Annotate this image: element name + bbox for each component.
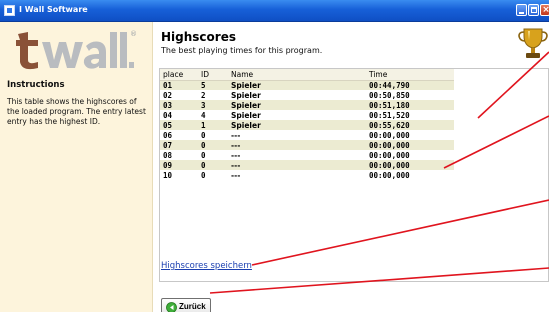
cell-time: 00:55,620 [366, 120, 454, 130]
cell-time: 00:51,520 [366, 110, 454, 120]
cell-place: 04 [160, 110, 198, 120]
cell-place: 01 [160, 80, 198, 90]
table-header-row: place ID Name Time [160, 69, 454, 81]
cell-place: 07 [160, 140, 198, 150]
cell-id: 0 [198, 160, 228, 170]
page-subtitle: The best playing times for this program. [161, 46, 323, 55]
cell-time: 00:00,000 [366, 150, 454, 160]
table-row[interactable]: 04 4 Spieler 00:51,520 [160, 110, 454, 120]
cell-place: 10 [160, 170, 198, 180]
back-arrow-icon [166, 302, 177, 312]
table-row[interactable]: 10 0 --- 00:00,000 [160, 170, 454, 180]
cell-place: 06 [160, 130, 198, 140]
cell-id: 4 [198, 110, 228, 120]
cell-time: 00:51,180 [366, 100, 454, 110]
window-title: I Wall Software [19, 5, 88, 14]
table-row[interactable]: 08 0 --- 00:00,000 [160, 150, 454, 160]
main-panel: Highscores The best playing times for th… [154, 22, 549, 312]
cell-id: 1 [198, 120, 228, 130]
table-row[interactable]: 07 0 --- 00:00,000 [160, 140, 454, 150]
minimize-icon [519, 12, 524, 14]
table-row[interactable]: 06 0 --- 00:00,000 [160, 130, 454, 140]
instructions-text: This table shows the highscores of the l… [7, 97, 146, 126]
cell-place: 05 [160, 120, 198, 130]
close-button[interactable]: × [540, 4, 549, 16]
highscores-table-container[interactable]: place ID Name Time 01 5 Spieler 00:44,790 02… [159, 68, 549, 282]
app-icon [4, 5, 15, 16]
back-button-label: Zurück [179, 302, 206, 311]
cell-name: Spieler [228, 100, 366, 110]
table-row[interactable]: 01 5 Spieler 00:44,790 [160, 80, 454, 90]
cell-name: Spieler [228, 120, 366, 130]
cell-name: Spieler [228, 110, 366, 120]
table-row[interactable]: 02 2 Spieler 00:50,850 [160, 90, 454, 100]
window-titlebar: I Wall Software × [0, 0, 549, 22]
cell-name: --- [228, 170, 366, 180]
cell-place: 02 [160, 90, 198, 100]
maximize-icon [531, 7, 537, 13]
cell-time: 00:00,000 [366, 170, 454, 180]
cell-name: --- [228, 160, 366, 170]
instructions-title: Instructions [7, 80, 65, 90]
column-header-name[interactable]: Name [228, 69, 366, 81]
cell-id: 0 [198, 130, 228, 140]
trophy-icon [518, 28, 548, 58]
save-highscores-link[interactable]: Highscores speichern [161, 261, 252, 271]
cell-time: 00:00,000 [366, 130, 454, 140]
cell-place: 08 [160, 150, 198, 160]
cell-time: 00:44,790 [366, 80, 454, 90]
column-header-time[interactable]: Time [366, 69, 454, 81]
cell-place: 03 [160, 100, 198, 110]
cell-id: 2 [198, 90, 228, 100]
cell-name: Spieler [228, 80, 366, 90]
cell-id: 0 [198, 170, 228, 180]
cell-time: 00:00,000 [366, 140, 454, 150]
highscores-table: place ID Name Time 01 5 Spieler 00:44,790 02… [160, 69, 454, 180]
cell-name: Spieler [228, 90, 366, 100]
cell-id: 0 [198, 150, 228, 160]
table-row[interactable]: 03 3 Spieler 00:51,180 [160, 100, 454, 110]
cell-id: 0 [198, 140, 228, 150]
column-header-place[interactable]: place [160, 69, 198, 81]
cell-id: 5 [198, 80, 228, 90]
table-row[interactable]: 05 1 Spieler 00:55,620 [160, 120, 454, 130]
minimize-button[interactable] [516, 4, 527, 16]
logo-registered-mark: ® [130, 30, 137, 38]
sidebar: ® Instructions This table shows the high… [0, 22, 153, 312]
maximize-button[interactable] [528, 4, 539, 16]
back-button[interactable]: Zurück [161, 298, 211, 312]
cell-name: --- [228, 150, 366, 160]
page-title: Highscores [161, 30, 236, 44]
column-header-id[interactable]: ID [198, 69, 228, 81]
cell-name: --- [228, 140, 366, 150]
cell-id: 3 [198, 100, 228, 110]
cell-time: 00:50,850 [366, 90, 454, 100]
twall-logo [16, 32, 134, 70]
close-icon: × [542, 5, 549, 15]
table-row[interactable]: 09 0 --- 00:00,000 [160, 160, 454, 170]
cell-place: 09 [160, 160, 198, 170]
cell-time: 00:00,000 [366, 160, 454, 170]
cell-name: --- [228, 130, 366, 140]
